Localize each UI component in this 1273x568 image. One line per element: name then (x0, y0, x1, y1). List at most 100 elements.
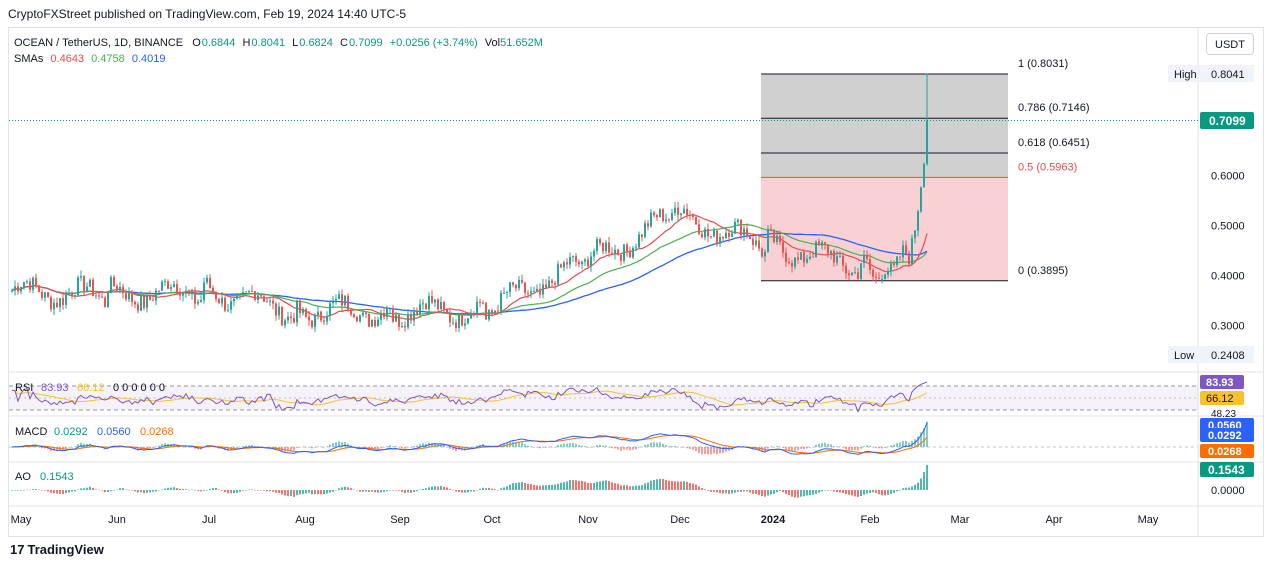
candle-body (392, 308, 394, 322)
ao-histogram-bar (662, 478, 664, 490)
time-tick-label: May (1138, 514, 1159, 526)
candle-body (431, 296, 433, 303)
candle-body (26, 281, 28, 283)
candle-body (359, 315, 361, 322)
candle-body (272, 300, 274, 304)
ao-histogram-bar (413, 490, 415, 492)
candle-body (128, 291, 130, 300)
macd-histogram-bar (887, 446, 889, 448)
candle-body (218, 299, 220, 304)
ao-histogram-bar (671, 480, 673, 490)
candle-body (395, 314, 397, 322)
candle-body (62, 298, 64, 305)
candle-body (569, 256, 571, 265)
time-tick-label: Feb (861, 514, 880, 526)
candle-body (38, 285, 40, 293)
candle-body (740, 219, 742, 236)
ao-histogram-bar (593, 482, 595, 490)
ao-histogram-bar (290, 490, 292, 497)
candle-body (779, 235, 781, 242)
ao-histogram-bar (59, 490, 61, 494)
ao-histogram-bar (863, 490, 865, 495)
candle-body (755, 240, 757, 245)
macd-histogram-bar (671, 446, 673, 447)
macd-histogram-bar (296, 447, 298, 448)
macd-label[interactable]: MACD (15, 426, 47, 438)
candle-body (314, 314, 316, 328)
candle-body (806, 258, 808, 263)
macd-histogram-bar (332, 443, 334, 447)
ao-histogram-bar (326, 490, 328, 494)
ao-histogram-bar (416, 490, 418, 492)
ao-histogram-bar (704, 489, 706, 490)
ao-histogram-bar (434, 486, 436, 490)
ao-histogram-bar (506, 486, 508, 490)
candle-body (842, 255, 844, 266)
ao-histogram-bar (518, 482, 520, 490)
ao-histogram-bar (851, 490, 853, 496)
ao-histogram-bar (659, 478, 661, 490)
ao-histogram-bar (443, 486, 445, 490)
ao-histogram-bar (575, 480, 577, 490)
macd-histogram-bar (818, 443, 820, 447)
ao-histogram-bar (923, 472, 925, 490)
ao-histogram-bar (665, 479, 667, 490)
candle-body (632, 247, 634, 258)
candle-body (737, 219, 739, 222)
candle-body (257, 295, 259, 300)
candle-body (152, 299, 154, 301)
candle-body (296, 300, 298, 323)
candle-body (515, 284, 517, 289)
ao-histogram-bar (914, 484, 916, 490)
ao-histogram-bar (602, 480, 604, 490)
macd-histogram-bar (899, 442, 901, 447)
ao-histogram-bar (815, 490, 817, 494)
rsi-label[interactable]: RSI (15, 382, 33, 394)
candle-body (590, 256, 592, 267)
ao-histogram-bar (119, 488, 121, 490)
macd-histogram-bar (305, 446, 307, 448)
time-tick-label: Dec (670, 514, 690, 526)
ao-histogram-bar (347, 487, 349, 490)
candle-body (914, 230, 916, 239)
candle-body (716, 230, 718, 244)
ao-histogram-bar (20, 490, 22, 491)
fib-lower-zone[interactable] (761, 177, 1008, 281)
ao-histogram-bar (536, 485, 538, 490)
ao-histogram-bar (203, 490, 205, 491)
ao-histogram-bar (569, 480, 571, 490)
candle-body (344, 295, 346, 306)
macd-histogram-bar (602, 445, 604, 447)
fib-upper-zone[interactable] (761, 73, 1008, 178)
ao-histogram-bar (926, 464, 928, 490)
candle-body (239, 293, 241, 296)
ao-histogram-bar (185, 489, 187, 490)
ao-histogram-bar (428, 487, 430, 490)
tradingview-footer[interactable]: 17 TradingView (10, 542, 104, 557)
ao-histogram-bar (281, 490, 283, 495)
candle-body (371, 320, 373, 327)
ao-histogram-bar (401, 490, 403, 492)
chart-canvas[interactable]: 1 (0.8031) 0.786 (0.7146) 0.618 (0.6451) 0.… (0, 0, 1273, 540)
ao-histogram-bar (599, 481, 601, 490)
candle-body (410, 314, 412, 321)
candle-body (500, 292, 502, 312)
candle-body (698, 224, 700, 234)
candle-body (524, 282, 526, 293)
ao-histogram-bar (350, 488, 352, 490)
ao-histogram-bar (560, 482, 562, 490)
macd-histogram-bar (563, 443, 565, 447)
macd-histogram-bar (857, 447, 859, 451)
ao-label[interactable]: AO (15, 471, 31, 483)
ao-histogram-bar (566, 481, 568, 490)
candle-body (482, 302, 484, 304)
ao-histogram-bar (731, 490, 733, 494)
candle-body (560, 264, 562, 268)
macd-histogram-bar (596, 444, 598, 447)
macd-histogram-bar (308, 447, 310, 448)
ao-histogram-bar (497, 489, 499, 491)
low-marker-value: 0.2408 (1211, 350, 1245, 362)
candle-body (14, 286, 16, 291)
candle-body (365, 312, 367, 314)
candle-body (464, 323, 466, 326)
